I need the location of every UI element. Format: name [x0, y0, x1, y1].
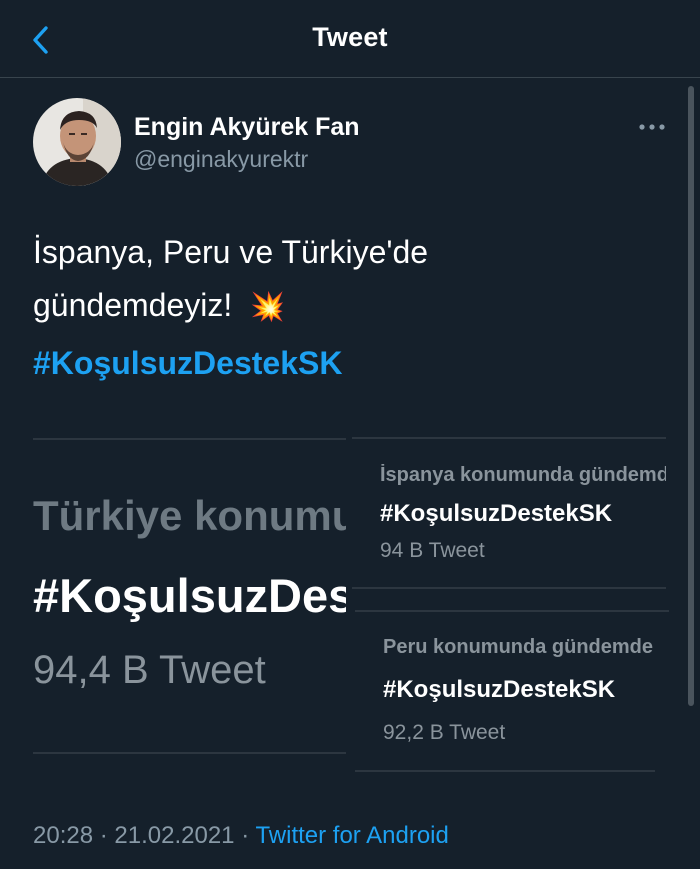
spain-trend-hashtag: #KoşulsuzDestekSK [380, 500, 613, 527]
turkey-trend-hashtag: #KoşulsuzDestekSK [33, 569, 346, 622]
tweet-line-1: İspanya, Peru ve Türkiye'de [33, 234, 429, 270]
tweet-line-2: gündemdeyiz! 💥 [33, 279, 653, 333]
peru-trend-hashtag: #KoşulsuzDestekSK [383, 676, 616, 703]
more-horizontal-icon [639, 124, 665, 130]
turkey-trend-count: 94,4 B Tweet [33, 648, 266, 692]
more-options-button[interactable] [634, 116, 670, 138]
divider [355, 610, 669, 612]
divider [352, 437, 666, 439]
divider [33, 438, 346, 440]
author-handle[interactable]: @enginakyurektr [134, 146, 308, 173]
tweet-source-link[interactable]: Twitter for Android [255, 822, 448, 849]
top-bar: Tweet [0, 0, 700, 78]
page-title: Tweet [312, 22, 388, 52]
profile-photo [33, 98, 121, 186]
tweet-line-2-text: gündemdeyiz! [33, 287, 233, 323]
peru-trend-count: 92,2 B Tweet [383, 721, 506, 744]
tweet-text: İspanya, Peru ve Türkiye'de gündemdeyiz!… [33, 226, 653, 333]
divider [352, 587, 666, 589]
peru-trend-card: Peru konumunda gündemde #KoşulsuzDestekS… [355, 602, 669, 777]
spain-trend-count: 94 B Tweet [380, 539, 485, 562]
tweet-hashtag-link[interactable]: #KoşulsuzDestekSK [33, 345, 342, 382]
divider [33, 752, 346, 754]
divider [355, 770, 655, 772]
tweet-meta: 20:28 · 21.02.2021 · Twitter for Android [33, 822, 449, 850]
tweet-date: 21.02.2021 [114, 822, 235, 849]
author-name[interactable]: Engin Akyürek Fan [134, 113, 360, 142]
turkey-trend-label: Türkiye konumunda gündemde [33, 492, 346, 539]
meta-separator: · [241, 822, 250, 849]
avatar[interactable] [33, 98, 121, 186]
spain-trend-label: İspanya konumunda gündemde [380, 464, 666, 486]
meta-separator: · [99, 822, 108, 849]
tweet-time: 20:28 [33, 822, 94, 849]
collision-emoji-icon: 💥 [250, 291, 285, 322]
attached-image[interactable]: Türkiye konumunda gündemde #KoşulsuzDest… [0, 430, 700, 772]
peru-trend-label: Peru konumunda gündemde [383, 636, 654, 658]
spain-trend-card: İspanya konumunda gündemde #KoşulsuzDest… [352, 434, 666, 594]
